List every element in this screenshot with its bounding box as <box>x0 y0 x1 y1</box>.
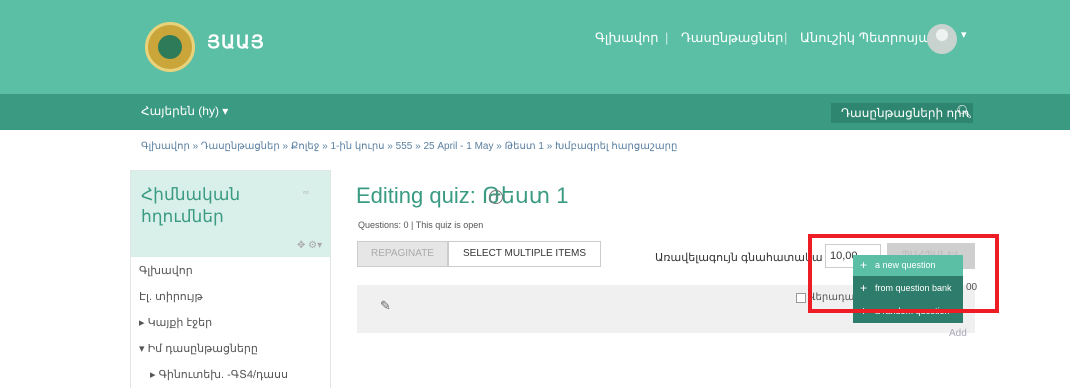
select-multiple-button[interactable]: SELECT MULTIPLE ITEMS <box>448 241 601 267</box>
add-link[interactable]: Add <box>949 328 967 339</box>
shuffle-checkbox[interactable] <box>796 293 806 303</box>
block-dock-icon[interactable]: ▫▫ <box>303 188 309 197</box>
quiz-info: Questions: 0 | This quiz is open <box>358 220 484 230</box>
search-input[interactable]: Դասընթացների որո <box>841 106 969 120</box>
max-grade-label: Առավելագույն գնահատակա <box>655 252 823 264</box>
avatar[interactable] <box>927 24 957 54</box>
pencil-icon[interactable]: ✎ <box>380 298 391 314</box>
sidebar-item-course[interactable]: ▸ Գինուտեխ. -ԳՏ4/դասս <box>150 368 288 381</box>
logo-emblem <box>158 35 182 59</box>
sidebar-item-my-courses[interactable]: ▾ Իմ դասընթացները <box>139 342 258 355</box>
nav-home[interactable]: Գլխավոր <box>595 30 658 46</box>
nav-courses[interactable]: Դասընթացներ <box>681 30 783 46</box>
highlight-annotation <box>808 234 999 313</box>
sidebar-item-home[interactable]: Գլխավոր <box>139 264 193 277</box>
search-icon[interactable]: 🔍︎ <box>956 104 973 120</box>
language-menu[interactable]: Հայերեն (hy) ▾ <box>141 104 228 118</box>
site-logo[interactable] <box>145 22 195 72</box>
nav-separator: | <box>784 30 788 45</box>
breadcrumb[interactable]: Գլխավոր » Դասընթացներ » Քոլեջ » 1-ին կու… <box>141 141 677 152</box>
block-title: Հիմնական հղումներ <box>141 185 241 226</box>
course-search-box[interactable]: Դասընթացների որո 🔍︎ <box>831 103 973 123</box>
page-title: Editing quiz: Թեստ 1 <box>356 183 569 208</box>
nav-separator: | <box>665 30 669 45</box>
sidebar-item-site-pages[interactable]: ▸ Կայքի էջեր <box>139 316 212 329</box>
nav-user-name[interactable]: Անուշիկ Պետրոսյան <box>800 30 939 46</box>
site-name[interactable]: ՅԱԱՅ <box>207 32 265 53</box>
sidebar-item-dashboard[interactable]: Էլ. տիրույթ <box>139 290 203 303</box>
repaginate-button[interactable]: REPAGINATE <box>357 241 448 267</box>
chevron-down-icon[interactable]: ▾ <box>961 28 967 41</box>
block-actions-icon[interactable]: ✥ ⚙▾ <box>297 240 322 251</box>
help-icon[interactable]: ? <box>489 190 503 204</box>
